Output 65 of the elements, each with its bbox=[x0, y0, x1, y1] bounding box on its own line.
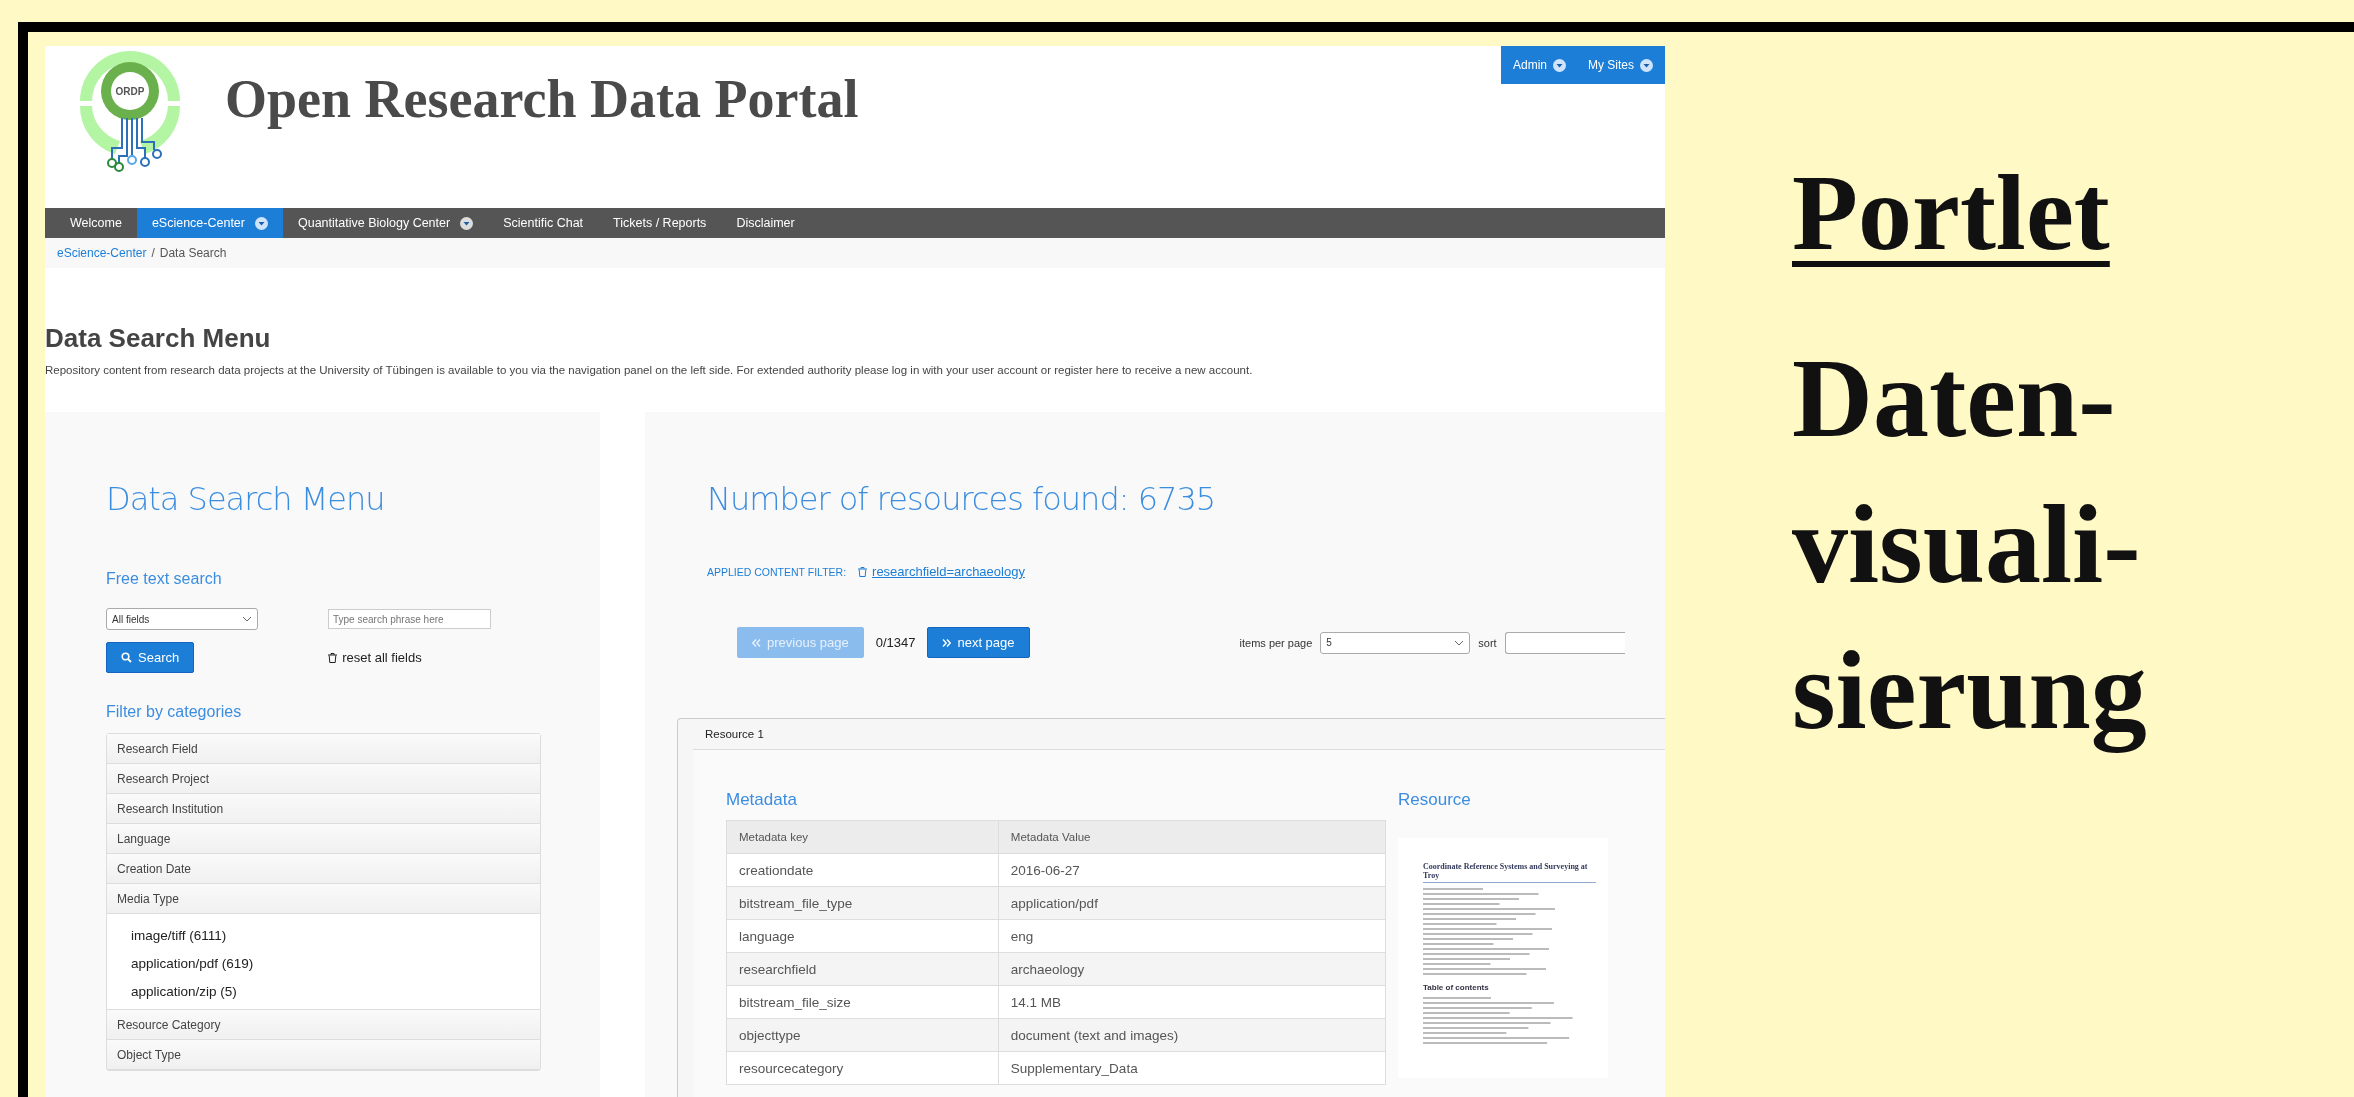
category-option[interactable]: image/tiff (6111) bbox=[131, 928, 540, 943]
panel-heading: Data Search Menu bbox=[106, 480, 386, 518]
trash-icon bbox=[858, 566, 868, 577]
table-cell: bitstream_file_type bbox=[726, 886, 999, 920]
preview-title: Coordinate Reference Systems and Surveying at Troy bbox=[1423, 862, 1596, 883]
intro-text: Repository content from research data projects at the University of Tübingen is available to you via the navigation panel on the left side. For extended authority please log in with your user account or register here to receive a new account. bbox=[45, 364, 1254, 376]
slide-title-line: sierung bbox=[1792, 627, 2148, 755]
breadcrumb-current: Data Search bbox=[159, 246, 227, 260]
page-heading: Data Search Menu bbox=[45, 323, 272, 354]
table-cell: application/pdf bbox=[998, 886, 1386, 920]
table-cell: objecttype bbox=[726, 1018, 999, 1052]
breadcrumb-separator: / bbox=[151, 246, 155, 260]
search-button[interactable]: Search bbox=[106, 642, 195, 673]
double-chevron-left-icon bbox=[752, 638, 761, 647]
filter-label: APPLIED CONTENT FILTER: bbox=[707, 565, 847, 578]
resource-heading: Resource bbox=[1398, 790, 1472, 810]
table-cell: archaeology bbox=[998, 952, 1386, 986]
table-cell: creationdate bbox=[726, 853, 999, 887]
search-field[interactable]: Type search phrase here bbox=[328, 609, 491, 629]
nav-item[interactable]: Quantitative Biology Center bbox=[283, 208, 489, 238]
slide-heading: Portlet bbox=[1792, 152, 2111, 274]
table-cell: 14.1 MB bbox=[998, 985, 1386, 1019]
items-per-page-select[interactable]: 5 bbox=[1320, 631, 1471, 654]
sort-select[interactable] bbox=[1504, 631, 1625, 654]
table-cell: Supplementary_Data bbox=[998, 1051, 1386, 1085]
slide-title-line: visuali- bbox=[1792, 481, 2142, 608]
section-label: Filter by categories bbox=[106, 703, 243, 721]
column-header: Metadata Value bbox=[998, 820, 1386, 854]
double-chevron-right-icon bbox=[942, 638, 952, 647]
portal-title: Open Research Data Portal bbox=[225, 68, 859, 131]
table-cell: bitstream_file_size bbox=[726, 985, 999, 1019]
user-menu-item[interactable]: My Sites bbox=[1584, 58, 1657, 72]
nav-item[interactable]: eScience-Center bbox=[136, 208, 283, 238]
nav-item[interactable]: Tickets / Reports bbox=[598, 208, 722, 238]
page-counter: 0/1347 bbox=[875, 635, 916, 650]
table-cell: eng bbox=[998, 919, 1386, 953]
table-cell: language bbox=[726, 919, 999, 953]
chevron-icon bbox=[1454, 639, 1465, 646]
next-page-button[interactable]: next page bbox=[927, 627, 1030, 658]
breadcrumb-link[interactable]: eScience-Center bbox=[57, 246, 147, 260]
trash-icon bbox=[328, 652, 338, 663]
nav-item[interactable]: Welcome bbox=[55, 208, 137, 238]
table-cell: document (text and images) bbox=[998, 1018, 1386, 1052]
table-cell: resourcecategory bbox=[726, 1051, 999, 1085]
category-option[interactable]: application/pdf (619) bbox=[131, 956, 540, 971]
results-heading: Number of resources found: 6735 bbox=[707, 480, 1217, 518]
preview-toc-heading: Table of contents bbox=[1423, 983, 1490, 992]
nav-item[interactable]: Scientific Chat bbox=[488, 208, 599, 238]
reset-button[interactable]: reset all fields bbox=[322, 649, 428, 666]
category-option[interactable]: application/zip (5) bbox=[131, 984, 540, 999]
chevron-icon bbox=[242, 616, 252, 622]
search-icon bbox=[121, 652, 132, 663]
section-label: Free text search bbox=[106, 570, 223, 588]
sort-label: sort bbox=[1478, 636, 1497, 649]
slide-title-line: Daten- bbox=[1792, 335, 2117, 462]
nav-item[interactable]: Disclaimer bbox=[721, 208, 810, 238]
filter-link[interactable]: researchfield=archaeology bbox=[858, 564, 1025, 579]
category-header[interactable]: Research Field bbox=[107, 734, 540, 764]
table-cell: 2016-06-27 bbox=[998, 853, 1386, 887]
items-per-page-label: items per page bbox=[1239, 636, 1313, 649]
user-menu-item[interactable]: Admin bbox=[1508, 58, 1570, 72]
metadata-heading: Metadata bbox=[726, 790, 798, 810]
column-header: Metadata key bbox=[726, 820, 999, 854]
table-cell: researchfield bbox=[726, 952, 999, 986]
field-select[interactable]: All fields bbox=[106, 608, 258, 630]
